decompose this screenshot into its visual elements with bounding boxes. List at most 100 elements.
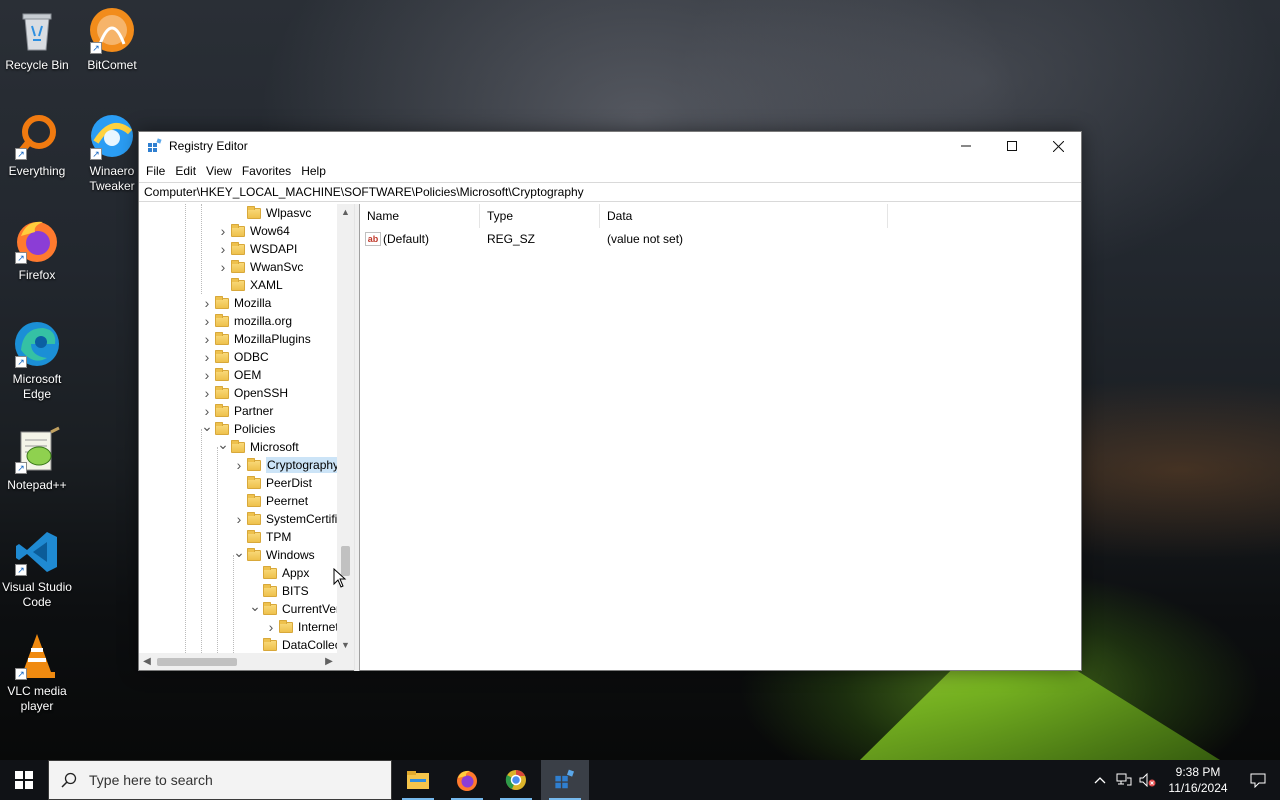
network-icon <box>1116 773 1132 786</box>
menu-view[interactable]: View <box>201 164 237 178</box>
chevron-down-icon[interactable]: ⌄ <box>215 436 231 453</box>
chevron-down-icon[interactable]: ⌄ <box>199 418 215 435</box>
tree-node[interactable]: › Internet <box>263 618 339 636</box>
close-button[interactable] <box>1035 132 1081 160</box>
tree-node-label: WwanSvc <box>250 260 304 274</box>
menu-favorites[interactable]: Favorites <box>237 164 296 178</box>
tree-node[interactable]: › Wow64 <box>215 222 290 240</box>
column-header-type[interactable]: Type <box>480 204 600 228</box>
tree-node[interactable]: › WSDAPI <box>215 240 298 258</box>
chevron-right-icon[interactable]: › <box>199 385 215 401</box>
windows-logo-icon <box>15 771 33 789</box>
tree-node[interactable]: › Mozilla <box>199 294 272 312</box>
tree-node[interactable]: XAML <box>215 276 283 294</box>
chevron-right-icon[interactable]: › <box>231 511 247 527</box>
desktop-icon-vscode[interactable]: ↗ Visual Studio Code <box>0 528 74 610</box>
tree-node[interactable]: PeerDist <box>231 474 312 492</box>
tree-node[interactable]: ⌄ Windows <box>231 544 315 564</box>
address-bar[interactable]: Computer\HKEY_LOCAL_MACHINE\SOFTWARE\Pol… <box>139 182 1081 202</box>
tree-node[interactable]: › MozillaPlugins <box>199 330 311 348</box>
tree-node[interactable]: › ODBC <box>199 348 269 366</box>
taskbar-firefox[interactable] <box>443 760 491 800</box>
tree-node[interactable]: Peernet <box>231 492 308 510</box>
tree-node[interactable]: › OEM <box>199 366 262 384</box>
tree-node[interactable]: Wlpasvc <box>231 204 311 222</box>
desktop-icon-everything[interactable]: ↗ Everything <box>0 112 74 179</box>
tree-node[interactable]: › Cryptography <box>231 456 341 474</box>
chevron-right-icon[interactable]: › <box>263 619 279 635</box>
tree-node-label: XAML <box>250 278 283 292</box>
key-tree[interactable]: Wlpasvc › Wow64 › WSDAPI › WwanSvc XAML › Mozilla… <box>139 204 355 671</box>
maximize-button[interactable] <box>989 132 1035 160</box>
start-button[interactable] <box>0 760 48 800</box>
chrome-icon <box>505 770 526 790</box>
chevron-right-icon[interactable]: › <box>215 223 231 239</box>
value-row-name[interactable]: ab (Default) <box>365 230 429 248</box>
chevron-down-icon[interactable]: ⌄ <box>247 598 263 615</box>
desktop-icon-label: BitComet <box>87 58 137 72</box>
folder-icon <box>231 259 245 273</box>
desktop-icon-notepadpp[interactable]: ↗ Notepad++ <box>0 426 74 493</box>
desktop-icon-firefox[interactable]: ↗ Firefox <box>0 216 74 283</box>
menu-edit[interactable]: Edit <box>170 164 201 178</box>
chevron-right-icon[interactable]: › <box>215 259 231 275</box>
tree-node-label: MozillaPlugins <box>234 332 311 346</box>
scroll-thumb[interactable] <box>157 658 237 666</box>
chevron-right-icon[interactable]: › <box>199 349 215 365</box>
tree-node[interactable]: › OpenSSH <box>199 384 288 402</box>
chevron-right-icon[interactable]: › <box>215 241 231 257</box>
everything-search-icon: ↗ <box>13 112 61 160</box>
chevron-right-icon[interactable]: › <box>231 457 247 473</box>
menu-help[interactable]: Help <box>296 164 331 178</box>
desktop-icon-bitcomet[interactable]: ↗ BitComet <box>75 6 149 73</box>
scroll-right-icon[interactable]: ▶ <box>321 653 337 670</box>
tree-node[interactable]: ⌄ CurrentVers <box>247 598 346 618</box>
menu-file[interactable]: File <box>141 164 170 178</box>
taskbar-chrome[interactable] <box>492 760 540 800</box>
tree-node[interactable]: ⌄ Microsoft <box>215 436 299 456</box>
tree-node[interactable]: › SystemCertific <box>231 510 344 528</box>
registry-editor-window[interactable]: Registry Editor File Edit View Favorites… <box>138 131 1082 671</box>
folder-icon <box>215 349 229 363</box>
values-list[interactable]: Name Type Data ab (Default) REG_SZ (valu… <box>359 204 1081 671</box>
taskbar-clock[interactable]: 9:38 PM 11/16/2024 <box>1160 764 1236 796</box>
chevron-right-icon[interactable]: › <box>199 295 215 311</box>
tree-node[interactable]: › mozilla.org <box>199 312 292 330</box>
folder-icon <box>263 565 277 579</box>
tree-horizontal-scrollbar[interactable]: ◀ ▶ <box>139 653 354 670</box>
tree-node-label: PeerDist <box>266 476 313 490</box>
scroll-down-icon[interactable]: ▼ <box>337 637 354 653</box>
tree-node[interactable]: DataCollect <box>247 636 344 654</box>
desktop-icon-vlc[interactable]: ↗ VLC media player <box>0 632 74 714</box>
taskbar-file-explorer[interactable] <box>394 760 442 800</box>
scroll-up-icon[interactable]: ▲ <box>337 204 354 220</box>
show-hidden-icons-button[interactable] <box>1088 760 1112 800</box>
tree-node[interactable]: › WwanSvc <box>215 258 304 276</box>
shortcut-arrow-icon: ↗ <box>15 148 27 160</box>
minimize-button[interactable] <box>943 132 989 160</box>
desktop-icon-recycle-bin[interactable]: Recycle Bin <box>0 6 74 73</box>
tree-node[interactable]: Appx <box>247 564 309 582</box>
taskbar-registry-editor[interactable] <box>541 760 589 800</box>
value-row-type[interactable]: REG_SZ <box>487 230 535 248</box>
title-bar[interactable]: Registry Editor <box>139 132 1081 160</box>
value-row-data[interactable]: (value not set) <box>607 230 683 248</box>
action-center-button[interactable] <box>1236 760 1280 800</box>
column-header-data[interactable]: Data <box>600 204 888 228</box>
chevron-right-icon[interactable]: › <box>199 331 215 347</box>
volume-button[interactable] <box>1136 760 1160 800</box>
taskbar-search-box[interactable]: Type here to search <box>48 760 392 800</box>
chevron-right-icon[interactable]: › <box>199 367 215 383</box>
desktop-icon-edge[interactable]: ↗ Microsoft Edge <box>0 320 74 402</box>
network-button[interactable] <box>1112 760 1136 800</box>
tree-node-label: OEM <box>234 368 262 382</box>
chevron-right-icon[interactable]: › <box>199 313 215 329</box>
column-header-name[interactable]: Name <box>360 204 480 228</box>
tree-node-label: Appx <box>282 566 310 580</box>
tree-node-label: Partner <box>234 404 274 418</box>
scroll-left-icon[interactable]: ◀ <box>139 653 155 670</box>
tree-node-label: BITS <box>282 584 309 598</box>
address-path[interactable]: Computer\HKEY_LOCAL_MACHINE\SOFTWARE\Pol… <box>144 185 584 199</box>
chevron-down-icon[interactable]: ⌄ <box>231 544 247 561</box>
tree-node[interactable]: ⌄ Policies <box>199 418 275 438</box>
